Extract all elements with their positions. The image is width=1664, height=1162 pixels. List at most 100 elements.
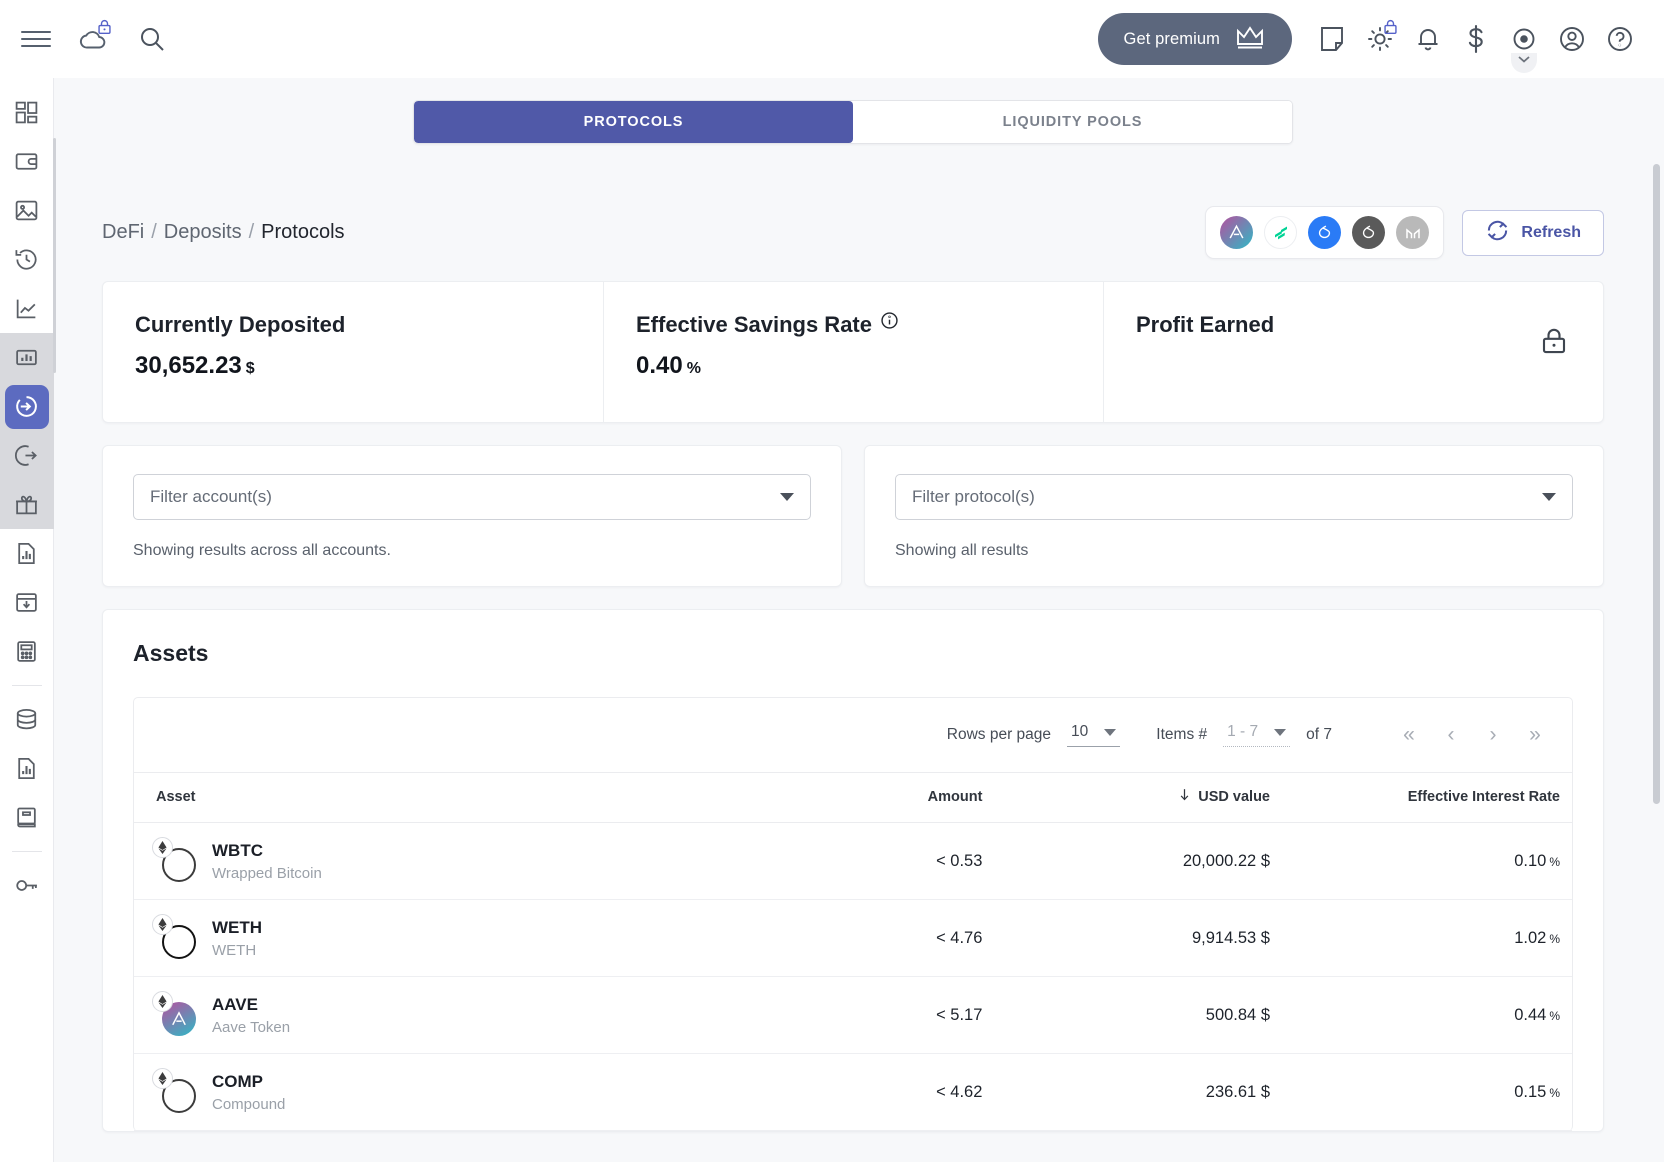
asset-interest-rate: 0.15% xyxy=(1270,1053,1572,1131)
column-asset[interactable]: Asset xyxy=(134,772,796,823)
stat-label: Currently Deposited xyxy=(135,312,346,337)
sidebar-item-reports[interactable] xyxy=(5,529,49,578)
breadcrumb-root[interactable]: DeFi xyxy=(102,221,144,244)
rows-per-page-value: 10 xyxy=(1071,723,1089,740)
tab-liquidity-pools[interactable]: LIQUIDITY POOLS xyxy=(853,101,1292,143)
protocol-chip-lido-dark[interactable] xyxy=(1352,216,1386,249)
tab-protocols[interactable]: PROTOCOLS xyxy=(414,101,853,143)
refresh-icon xyxy=(1485,218,1510,248)
stat-label: Effective Savings Rate xyxy=(636,312,872,337)
search-icon[interactable] xyxy=(130,17,174,61)
asset-name: Wrapped Bitcoin xyxy=(212,864,322,882)
column-amount[interactable]: Amount xyxy=(795,772,983,823)
ethereum-chain-icon xyxy=(152,837,173,858)
ethereum-chain-icon xyxy=(152,914,173,935)
rows-per-page-select[interactable]: 10 xyxy=(1067,723,1121,747)
eye-icon[interactable] xyxy=(1502,17,1546,73)
sidebar-item-data[interactable] xyxy=(5,695,49,744)
asset-usd-value: 236.61 $ xyxy=(982,1053,1270,1131)
last-page-button[interactable]: » xyxy=(1516,716,1554,754)
rate-unit: % xyxy=(1549,854,1560,869)
protocol-chip-lido[interactable] xyxy=(1308,216,1342,249)
pagination-arrows: « ‹ › » xyxy=(1390,716,1554,754)
protocol-chip-maker[interactable] xyxy=(1396,216,1430,249)
get-premium-button[interactable]: Get premium xyxy=(1097,13,1292,65)
rate-value: 0.44 xyxy=(1514,1005,1547,1024)
table-row[interactable]: WETH WETH WETH < 4.76 9,914.53 $ 1.02 % xyxy=(134,899,1572,977)
first-page-button[interactable]: « xyxy=(1390,716,1428,754)
bell-icon[interactable] xyxy=(1406,17,1450,61)
asset-amount: < 4.76 xyxy=(795,899,983,977)
column-usd-value[interactable]: USD value xyxy=(982,772,1270,823)
column-usd-value-label: USD value xyxy=(1198,788,1270,805)
column-effective-interest-rate[interactable]: Effective Interest Rate xyxy=(1270,772,1572,823)
sidebar-item-tax[interactable] xyxy=(5,627,49,676)
sidebar-item-ledger[interactable] xyxy=(5,793,49,842)
sidebar-item-rewards[interactable] xyxy=(0,480,54,529)
hamburger-icon[interactable] xyxy=(14,17,58,61)
sidebar-item-history[interactable] xyxy=(5,235,49,284)
table-row[interactable]: COMP COMP Compound < 4.62 236.61 $ 0.15 … xyxy=(134,1053,1572,1131)
asset-symbol: COMP xyxy=(212,1071,263,1091)
table-row[interactable]: AAVE Aave Token < 5.17 500.84 $ 0.44% xyxy=(134,976,1572,1054)
bar-chart-box-icon xyxy=(16,349,37,366)
breadcrumb-deposits[interactable]: Deposits xyxy=(164,221,242,244)
stat-unit: % xyxy=(686,360,701,377)
assets-table-container: Rows per page 10 Items # 1 - 7 of 7 « ‹ … xyxy=(133,697,1573,1131)
note-icon[interactable] xyxy=(1310,17,1354,61)
protocol-chip-aave[interactable] xyxy=(1220,216,1254,249)
app-root: Get premium PROTOCOLS LIQUIDITY POOLS De… xyxy=(0,0,1664,1162)
items-range-select[interactable]: 1 - 7 xyxy=(1223,723,1291,747)
table-header-row: Asset Amount USD value Effective Interes… xyxy=(134,772,1572,823)
filter-protocols-note: Showing all results xyxy=(895,542,1029,559)
dollar-icon[interactable] xyxy=(1454,17,1498,61)
sidebar-item-wallet[interactable] xyxy=(5,137,49,186)
sidebar-item-import[interactable] xyxy=(5,578,49,627)
sidebar-divider xyxy=(11,685,42,686)
sidebar-item-performance[interactable] xyxy=(5,284,49,333)
book-icon xyxy=(17,807,36,828)
sidebar-item-withdrawals[interactable] xyxy=(0,431,54,480)
sidebar-item-nft[interactable] xyxy=(5,186,49,235)
sort-desc-icon xyxy=(1177,787,1192,806)
sidebar-item-statements[interactable] xyxy=(5,744,49,793)
rows-per-page-label: Rows per page xyxy=(946,726,1052,743)
filter-protocols-select[interactable]: Filter protocol(s) xyxy=(895,474,1573,520)
info-icon[interactable] xyxy=(880,310,899,336)
image-icon xyxy=(15,200,38,221)
sun-icon[interactable] xyxy=(1358,17,1402,61)
coin-icon-comp: COMP xyxy=(152,1068,196,1113)
coin-icon-aave xyxy=(152,991,196,1036)
table-pagination: Rows per page 10 Items # 1 - 7 of 7 « ‹ … xyxy=(134,698,1572,772)
inbox-download-icon xyxy=(16,593,37,612)
user-circle-icon[interactable] xyxy=(1550,17,1594,61)
filters: Filter account(s) Showing results across… xyxy=(102,445,1604,587)
rate-unit: % xyxy=(1549,1085,1560,1100)
asset-symbol: AAVE xyxy=(212,994,258,1014)
breadcrumb: DeFi / Deposits / Protocols xyxy=(102,221,345,244)
items-total-label: of 7 xyxy=(1306,726,1332,743)
protocol-chip-compound[interactable] xyxy=(1264,216,1298,249)
question-circle-icon[interactable] xyxy=(1598,17,1642,61)
sidebar-item-api-keys[interactable] xyxy=(5,861,49,910)
sidebar-item-deposits[interactable] xyxy=(0,382,54,431)
sidebar-item-dashboard[interactable] xyxy=(5,88,49,137)
asset-usd-value: 20,000.22 $ xyxy=(982,822,1270,900)
assets-table: Asset Amount USD value Effective Interes… xyxy=(134,772,1572,1131)
document-chart-icon xyxy=(18,543,35,564)
ethereum-chain-icon xyxy=(152,1068,173,1089)
lock-icon xyxy=(98,19,111,34)
sidebar-item-analytics[interactable] xyxy=(0,333,54,382)
lock-icon[interactable] xyxy=(1539,326,1569,361)
page-scrollbar[interactable] xyxy=(1653,164,1660,1162)
next-page-button[interactable]: › xyxy=(1474,716,1512,754)
refresh-button[interactable]: Refresh xyxy=(1462,209,1604,256)
asset-usd-value: 500.84 $ xyxy=(982,976,1270,1054)
table-row[interactable]: ₿ WBTC Wrapped Bitcoin < 0.53 20,000.22 … xyxy=(134,822,1572,900)
filter-accounts-select[interactable]: Filter account(s) xyxy=(133,474,811,520)
cloud-icon[interactable] xyxy=(72,17,116,61)
prev-page-button[interactable]: ‹ xyxy=(1432,716,1470,754)
chevron-down-icon[interactable] xyxy=(1511,53,1537,73)
summary-cards: Currently Deposited 30,652.23 $ Effective… xyxy=(102,281,1604,423)
sidebar-rail xyxy=(0,78,56,1162)
